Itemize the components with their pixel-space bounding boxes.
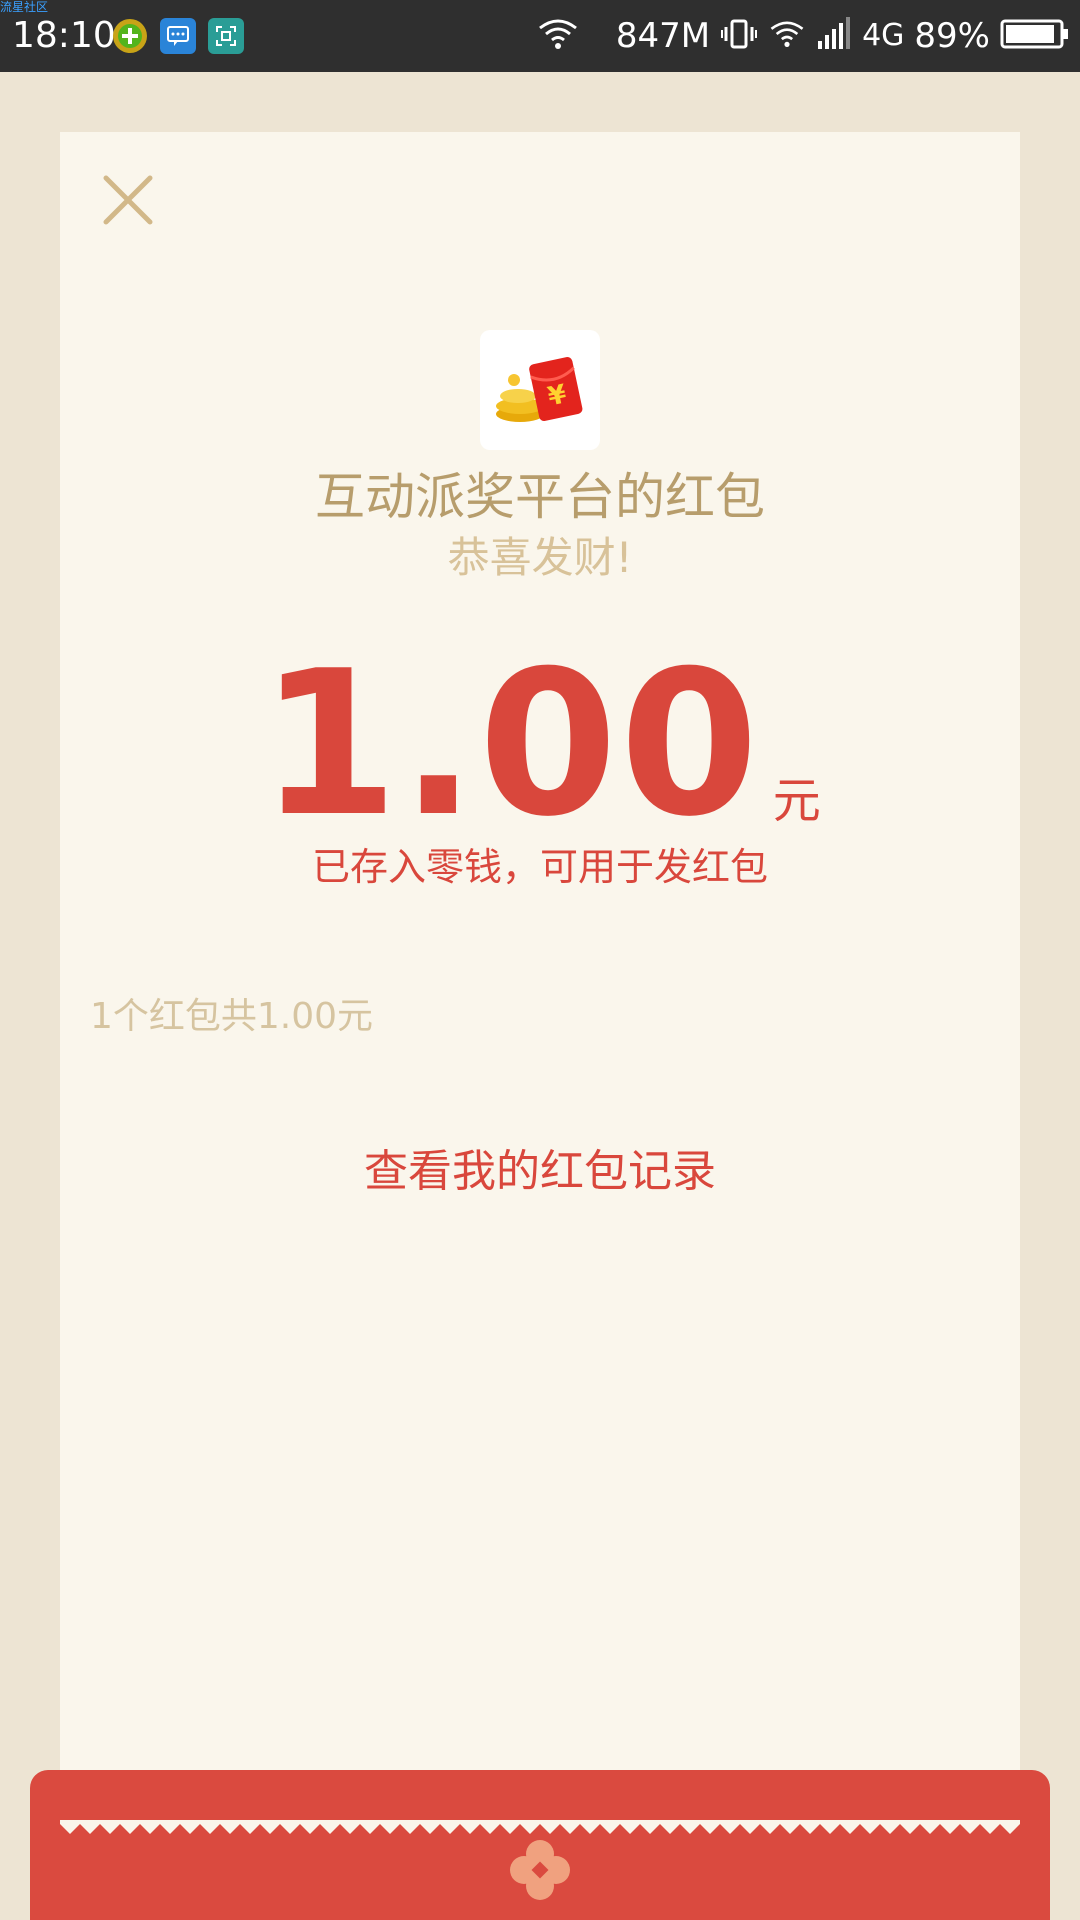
sender-name: 互动派奖平台的红包 [315, 468, 765, 526]
watermark-label: 流星社区 [0, 0, 49, 14]
memory-text: 847M [615, 16, 711, 56]
wifi-icon [768, 17, 806, 55]
signal-icon [816, 17, 852, 55]
wifi-icon [536, 16, 580, 56]
amount-row: 1.00 元 [0, 628, 1080, 861]
vibrate-icon [720, 16, 758, 56]
amount-value: 1.00 [259, 628, 761, 861]
status-time: 18:10 [12, 15, 116, 56]
network-type-text: 4G [862, 18, 905, 53]
message-icon [160, 18, 196, 54]
deposit-note: 已存入零钱，可用于发红包 [311, 845, 768, 889]
packet-summary: 1个红包共1.00元 [90, 996, 374, 1037]
amount-unit: 元 [772, 773, 821, 829]
battery-icon [1000, 17, 1070, 55]
close-icon[interactable] [100, 172, 156, 228]
scan-icon [208, 18, 244, 54]
wish-text: 恭喜发财! [447, 533, 633, 582]
red-packet-record-link[interactable]: 查看我的红包记录 [0, 1142, 1080, 1202]
envelope-flower-logo-icon [510, 1840, 570, 1900]
red-envelope-coins-icon: ¥ [480, 330, 600, 450]
envelope-zigzag-edge [30, 1820, 1050, 1840]
right-status-group: 847M 4G 89% [536, 14, 1070, 58]
battery-percent-text: 89% [914, 16, 990, 56]
status-bar: 流星社区 18:10 847M 4G 89% [0, 0, 1080, 72]
add-icon [112, 18, 148, 54]
